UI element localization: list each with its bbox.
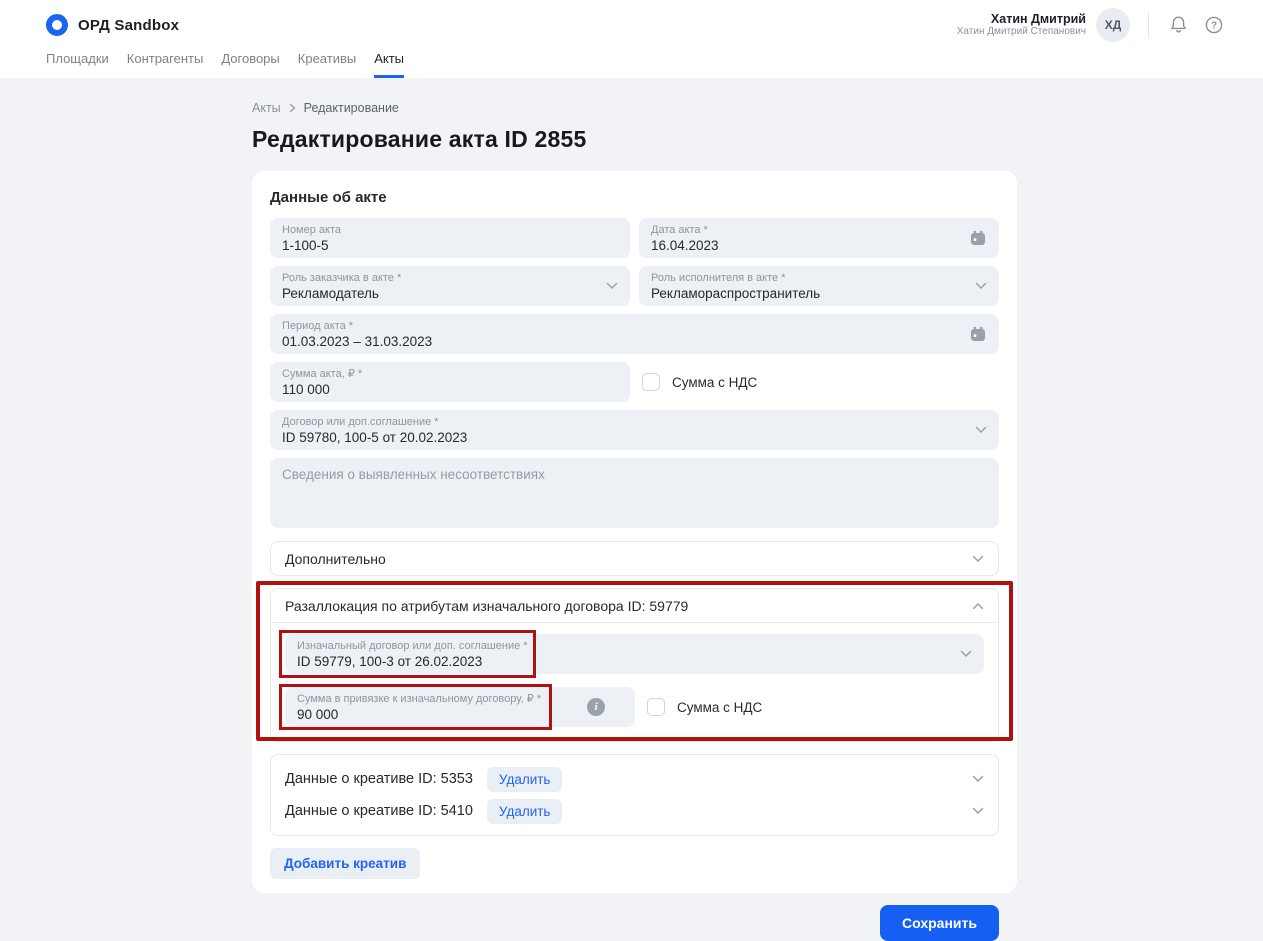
act-number-field[interactable]: Номер акта 1-100-5 xyxy=(270,218,630,258)
discrepancies-textarea[interactable]: Сведения о выявленных несоответствиях xyxy=(270,458,999,528)
chevron-down-icon xyxy=(606,282,618,290)
additional-panel-header[interactable]: Дополнительно xyxy=(271,542,998,575)
customer-role-label: Роль заказчика в акте * xyxy=(282,271,618,285)
creative-title: Данные о креативе ID: 5353 xyxy=(285,771,473,787)
act-amount-value: 110 000 xyxy=(282,381,618,399)
customer-role-value: Рекламодатель xyxy=(282,285,618,303)
main-content: Акты Редактирование Редактирование акта … xyxy=(0,78,1017,941)
discrepancies-placeholder: Сведения о выявленных несоответствиях xyxy=(282,467,545,482)
breadcrumb-chevron-icon xyxy=(289,103,296,113)
creative-row: Данные о креативе ID: 5410 Удалить xyxy=(285,795,984,827)
chevron-down-icon xyxy=(975,426,987,434)
delete-creative-button[interactable]: Удалить xyxy=(487,799,563,824)
section-title-act-data: Данные об акте xyxy=(270,189,999,206)
nav-tab-kreativy[interactable]: Креативы xyxy=(298,51,356,78)
help-question-icon[interactable]: ? xyxy=(1203,14,1225,36)
reallocation-panel-title: Разаллокация по атрибутам изначального д… xyxy=(285,598,688,614)
chevron-down-icon xyxy=(960,650,972,658)
nav-tab-dogovory[interactable]: Договоры xyxy=(221,51,279,78)
act-date-value: 16.04.2023 xyxy=(651,237,987,255)
calendar-icon[interactable] xyxy=(969,325,987,343)
act-period-value: 01.03.2023 – 31.03.2023 xyxy=(282,333,987,351)
chevron-up-icon xyxy=(972,597,984,615)
initial-contract-label: Изначальный договор или доп. соглашение … xyxy=(297,639,972,653)
act-amount-label: Сумма акта, ₽ * xyxy=(282,367,618,381)
notifications-bell-icon[interactable] xyxy=(1167,14,1189,36)
linked-amount-value: 90 000 xyxy=(297,706,623,724)
reallocation-panel: Разаллокация по атрибутам изначального д… xyxy=(270,588,999,742)
chevron-down-icon xyxy=(975,282,987,290)
delete-creative-button[interactable]: Удалить xyxy=(487,767,563,792)
header-divider xyxy=(1148,12,1149,38)
executor-role-select[interactable]: Роль исполнителя в акте * Рекламораспрос… xyxy=(639,266,999,306)
linked-amount-field[interactable]: Сумма в привязке к изначальному договору… xyxy=(285,687,635,727)
calendar-icon[interactable] xyxy=(969,229,987,247)
add-creative-button[interactable]: Добавить креатив xyxy=(270,848,420,879)
vat-checkbox[interactable] xyxy=(642,373,660,391)
save-button[interactable]: Сохранить xyxy=(880,905,999,941)
contract-select[interactable]: Договор или доп.соглашение * ID 59780, 1… xyxy=(270,410,999,450)
realloc-vat-checkbox[interactable] xyxy=(647,698,665,716)
linked-amount-label: Сумма в привязке к изначальному договору… xyxy=(297,692,623,706)
breadcrumb-acts-link[interactable]: Акты xyxy=(252,101,281,115)
info-icon[interactable]: i xyxy=(587,698,605,716)
act-number-value: 1-100-5 xyxy=(282,237,618,255)
avatar[interactable]: ХД xyxy=(1096,8,1130,42)
realloc-vat-checkbox-label: Сумма с НДС xyxy=(677,700,762,715)
initial-contract-value: ID 59779, 100-3 от 26.02.2023 xyxy=(297,653,972,671)
executor-role-value: Рекламораспространитель xyxy=(651,285,987,303)
act-date-field[interactable]: Дата акта * 16.04.2023 xyxy=(639,218,999,258)
chevron-down-icon xyxy=(972,550,984,568)
act-number-label: Номер акта xyxy=(282,223,618,237)
top-bar: ОРД Sandbox Хатин Дмитрий Хатин Дмитрий … xyxy=(0,0,1263,78)
app-title: ОРД Sandbox xyxy=(78,17,179,34)
nav-tab-kontragenty[interactable]: Контрагенты xyxy=(127,51,204,78)
additional-panel-title: Дополнительно xyxy=(285,551,386,567)
user-name: Хатин Дмитрий xyxy=(957,12,1086,26)
initial-contract-select[interactable]: Изначальный договор или доп. соглашение … xyxy=(285,634,984,674)
page-title: Редактирование акта ID 2855 xyxy=(252,126,1017,153)
chevron-down-icon[interactable] xyxy=(972,807,984,815)
act-period-field[interactable]: Период акта * 01.03.2023 – 31.03.2023 xyxy=(270,314,999,354)
nav-tab-ploshchadki[interactable]: Площадки xyxy=(46,51,109,78)
breadcrumb: Акты Редактирование xyxy=(252,100,1017,116)
contract-label: Договор или доп.соглашение * xyxy=(282,415,987,429)
additional-panel: Дополнительно xyxy=(270,541,999,576)
creative-row: Данные о креативе ID: 5353 Удалить xyxy=(285,763,984,795)
app-logo-icon xyxy=(46,14,68,36)
user-block[interactable]: Хатин Дмитрий Хатин Дмитрий Степанович xyxy=(957,12,1086,38)
user-full-name: Хатин Дмитрий Степанович xyxy=(957,26,1086,38)
creative-title: Данные о креативе ID: 5410 xyxy=(285,803,473,819)
act-amount-field[interactable]: Сумма акта, ₽ * 110 000 xyxy=(270,362,630,402)
act-form-card: Данные об акте Номер акта 1-100-5 Дата а… xyxy=(252,171,1017,893)
svg-text:?: ? xyxy=(1211,21,1217,32)
act-period-label: Период акта * xyxy=(282,319,987,333)
vat-checkbox-label: Сумма с НДС xyxy=(672,375,757,390)
act-date-label: Дата акта * xyxy=(651,223,987,237)
nav-tab-akty[interactable]: Акты xyxy=(374,51,404,78)
main-nav: Площадки Контрагенты Договоры Креативы А… xyxy=(0,46,1263,78)
executor-role-label: Роль исполнителя в акте * xyxy=(651,271,987,285)
contract-value: ID 59780, 100-5 от 20.02.2023 xyxy=(282,429,987,447)
breadcrumb-current: Редактирование xyxy=(304,101,399,115)
chevron-down-icon[interactable] xyxy=(972,775,984,783)
reallocation-panel-header[interactable]: Разаллокация по атрибутам изначального д… xyxy=(271,589,998,623)
customer-role-select[interactable]: Роль заказчика в акте * Рекламодатель xyxy=(270,266,630,306)
creatives-panel: Данные о креативе ID: 5353 Удалить Данны… xyxy=(270,754,999,836)
